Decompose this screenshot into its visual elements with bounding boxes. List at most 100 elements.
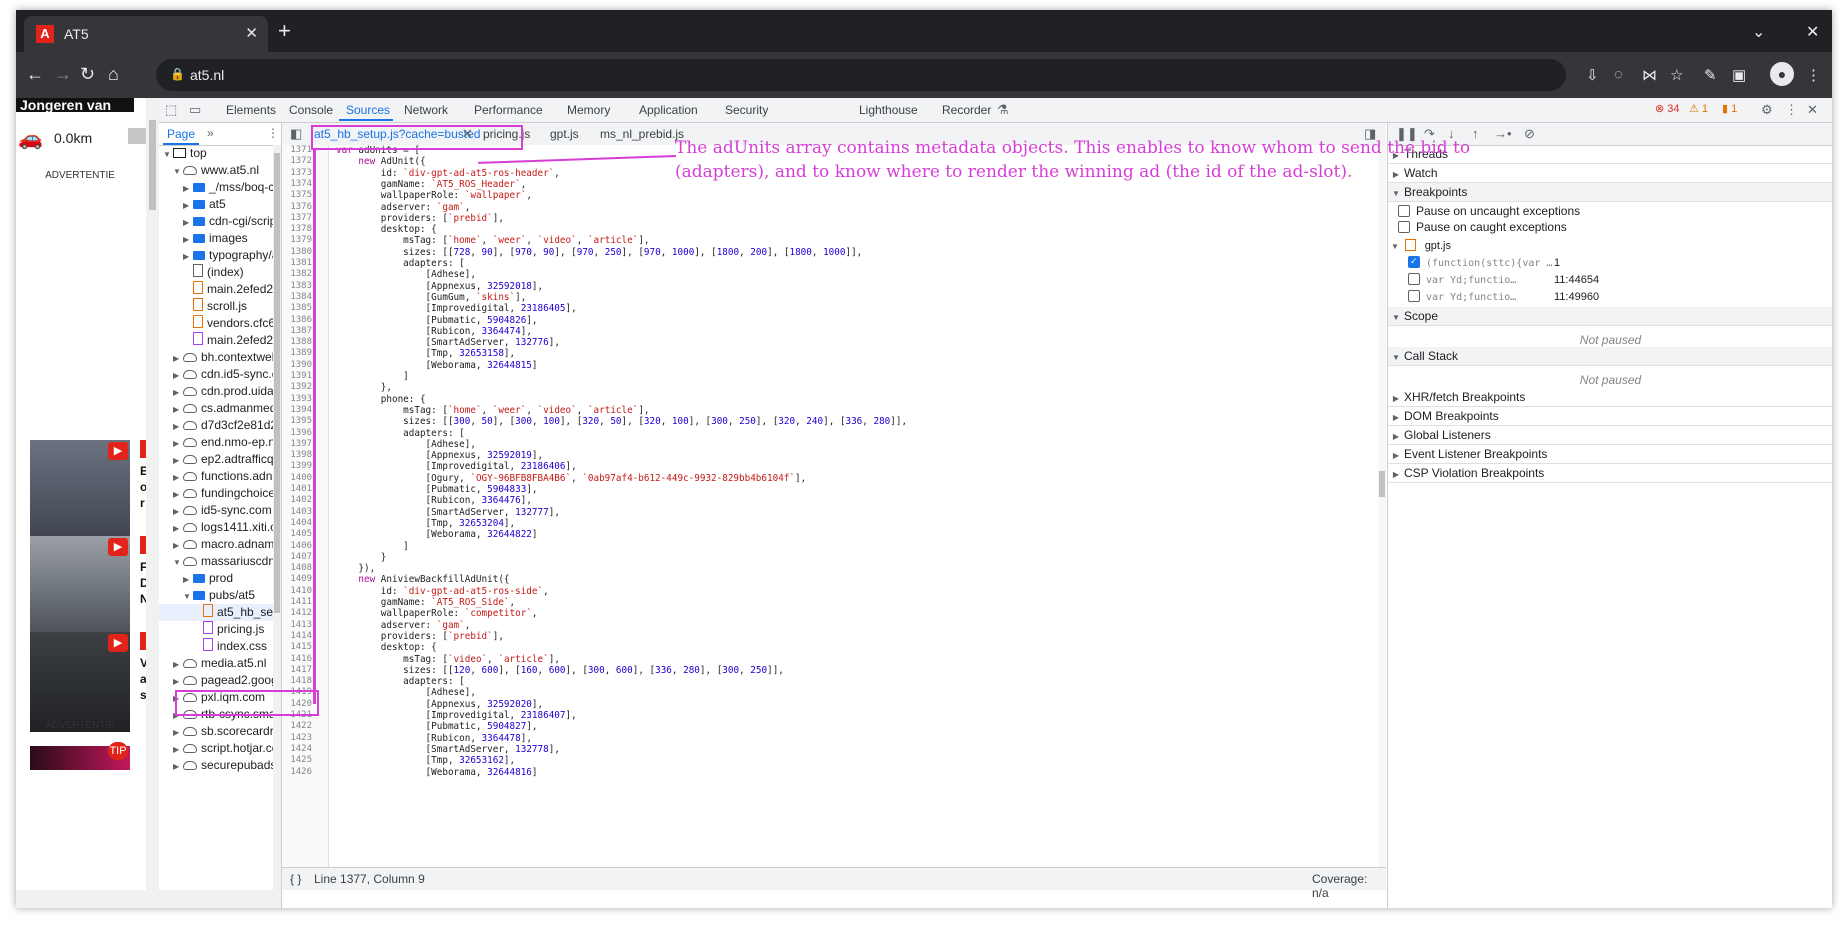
tab-console[interactable]: Console [289,103,333,117]
code-line[interactable]: [Tmp, 32653158], [336,348,516,359]
line-number[interactable]: 1409 [282,574,312,584]
tree-item[interactable]: ▶ prod [159,570,281,587]
expand-arrow-right-icon[interactable]: ▶ [173,452,183,468]
tab-memory[interactable]: Memory [567,103,610,117]
code-line[interactable]: [SmartAdServer, 132776], [336,337,560,348]
device-toolbar-icon[interactable]: ▭ [189,102,201,118]
lock-icon[interactable]: 🔒 [170,67,185,81]
code-line[interactable]: providers: [`prebid`], [336,631,504,642]
bookmark-star-icon[interactable]: ☆ [1670,66,1683,84]
line-number[interactable]: 1414 [282,631,312,641]
close-tab-icon[interactable]: ✕ [245,24,258,42]
expand-arrow-right-icon[interactable]: ▶ [173,384,183,400]
code-line[interactable]: [Weborama, 32644822] [336,529,538,540]
tab-network[interactable]: Network [404,103,448,117]
expand-arrow-right-icon[interactable]: ▶ [183,231,193,247]
line-number[interactable]: 1381 [282,258,312,268]
tree-item[interactable]: ▶ logs1411.xiti.cc [159,519,281,536]
tree-item[interactable]: ▶ typography/a [159,247,281,264]
code-line[interactable]: [Adhese], [336,687,476,698]
code-line[interactable]: msTag: [`video`, `article`], [336,654,560,665]
tree-item[interactable]: main.2efed2e [159,281,281,298]
navigator-scrollbar[interactable] [273,145,281,890]
tree-item[interactable]: ▶ fundingchoices [159,485,281,502]
code-line[interactable]: msTag: [`home`, `weer`, `video`, `articl… [336,405,649,416]
video-thumbnail[interactable]: ▶ [30,632,130,732]
tree-item[interactable]: ▶ securepubads.c [159,757,281,774]
line-number[interactable]: 1417 [282,665,312,675]
section-call-stack[interactable]: ▼ Call Stack [1388,347,1832,366]
line-number[interactable]: 1379 [282,235,312,245]
tab-lighthouse[interactable]: Lighthouse [859,103,918,117]
expand-arrow-right-icon[interactable]: ▶ [183,248,193,264]
line-number[interactable]: 1384 [282,292,312,302]
code-view[interactable]: 1371 1372 1373 1374 1375 1376 1377 1378 1379 1380… [282,145,1378,867]
tree-item[interactable]: ▶ media.at5.nl [159,655,281,672]
tree-item[interactable]: ▼ pubs/at5 [159,587,281,604]
code-line[interactable]: sizes: [[300, 50], [300, 100], [320, 50]… [336,416,907,427]
section-collapsed[interactable]: ▶ XHR/fetch Breakpoints [1388,388,1832,407]
line-number[interactable]: 1403 [282,507,312,517]
line-number[interactable]: 1412 [282,608,312,618]
line-number[interactable]: 1401 [282,484,312,494]
expand-arrow-down-icon[interactable]: ▼ [163,146,173,162]
scroll-thumb[interactable] [1379,471,1385,497]
code-line[interactable]: msTag: [`home`, `weer`, `video`, `articl… [336,235,649,246]
code-line[interactable]: [Improvedigital, 23186406], [336,461,577,472]
page-hero-title[interactable]: Jongeren van [16,98,134,112]
close-window-icon[interactable]: ✕ [1806,22,1819,42]
breakpoint-checkbox[interactable] [1408,253,1420,270]
tab-performance[interactable]: Performance [474,103,543,117]
line-number[interactable]: 1392 [282,382,312,392]
tree-item[interactable]: ▼ top [159,145,277,162]
tree-item[interactable]: ▶ pagead2.googl [159,672,281,689]
line-number[interactable]: 1418 [282,676,312,686]
line-number[interactable]: 1406 [282,541,312,551]
code-line[interactable]: [Improvedigital, 23186407], [336,710,577,721]
scroll-thumb[interactable] [274,153,280,613]
section-collapsed[interactable]: ▶ CSP Violation Breakpoints [1388,464,1832,483]
tree-item[interactable]: ▶ images [159,230,281,247]
warning-count[interactable]: ⚠ 1 [1689,102,1708,115]
line-number[interactable]: 1398 [282,450,312,460]
line-number[interactable]: 1388 [282,337,312,347]
code-line[interactable]: sizes: [[728, 90], [970, 90], [970, 250]… [336,247,862,258]
tree-item[interactable]: ▶ id5-sync.com [159,502,281,519]
tab-sources[interactable]: Sources [346,103,390,117]
line-number[interactable]: 1397 [282,439,312,449]
line-number[interactable]: 1389 [282,348,312,358]
page-scrollbar[interactable] [146,98,159,890]
tab-application[interactable]: Application [639,103,698,117]
line-number[interactable]: 1372 [282,156,312,166]
section-breakpoints[interactable]: ▼ Breakpoints [1388,183,1832,202]
code-line[interactable]: gamName: `AT5_ROS_Header`, [336,179,527,190]
back-icon[interactable]: ← [26,64,44,84]
extension-icon[interactable]: ✎ [1704,66,1717,84]
line-number[interactable]: 1405 [282,529,312,539]
line-number[interactable]: 1423 [282,733,312,743]
section-scope[interactable]: ▼ Scope [1388,307,1832,326]
expand-arrow-right-icon[interactable]: ▶ [173,758,183,774]
line-number[interactable]: 1386 [282,315,312,325]
code-line[interactable]: adapters: [ [336,258,465,269]
expand-arrow-right-icon[interactable]: ▶ [173,673,183,689]
code-line[interactable]: id: `div-gpt-ad-at5-ros-side`, [336,586,549,597]
breakpoint-row[interactable]: var Yd;functio… 11:49960 [1388,288,1832,305]
breakpoint-checkbox[interactable] [1408,290,1420,302]
line-number[interactable]: 1422 [282,721,312,731]
code-line[interactable]: [Pubmatic, 5904833], [336,484,538,495]
error-count[interactable]: ⊗ 34 [1655,102,1680,115]
code-line[interactable]: }, [336,382,392,393]
code-line[interactable]: [Appnexus, 32592019], [336,450,544,461]
code-line[interactable]: adserver: `gam`, [336,620,471,631]
line-number[interactable]: 1391 [282,371,312,381]
line-number[interactable]: 1400 [282,473,312,483]
expand-arrow-right-icon[interactable]: ▶ [173,656,183,672]
line-number[interactable]: 1407 [282,552,312,562]
tab-elements[interactable]: Elements [226,103,276,117]
expand-arrow-right-icon[interactable]: ▶ [173,741,183,757]
inspect-element-icon[interactable]: ⬚ [165,102,177,118]
line-number[interactable]: 1426 [282,767,312,777]
tree-item[interactable]: scroll.js [159,298,281,315]
address-bar[interactable]: 🔒 at5.nl [156,59,1566,91]
